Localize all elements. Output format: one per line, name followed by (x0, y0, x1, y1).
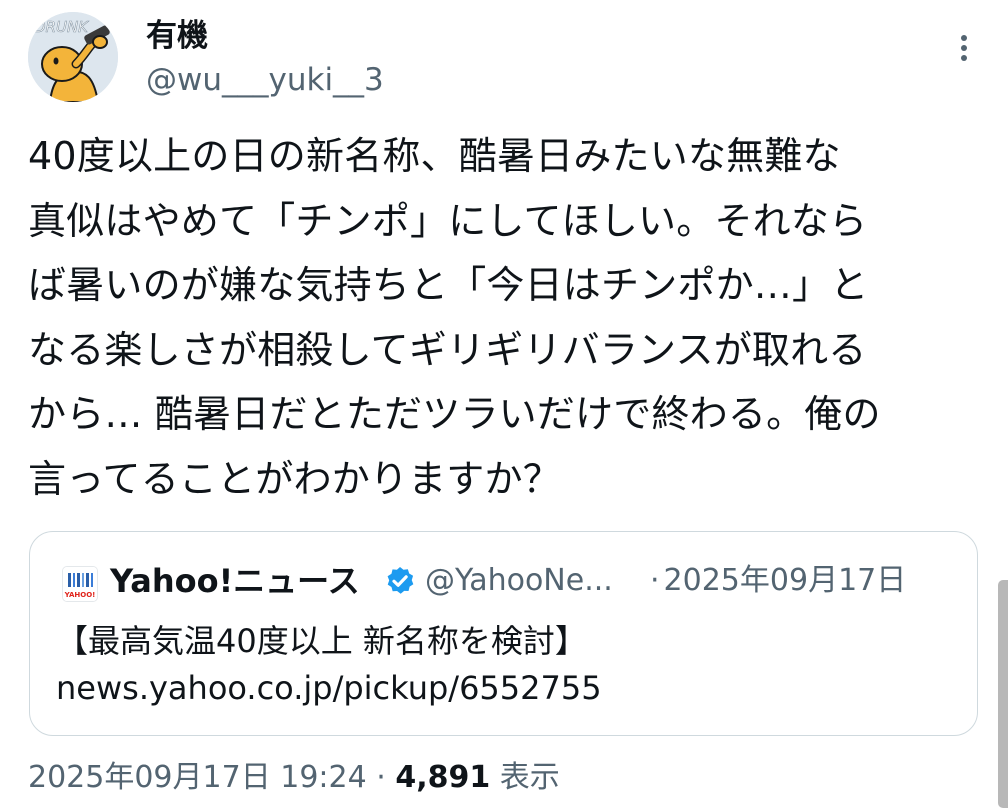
yahoo-news-icon-text: YAHOO! (64, 591, 96, 599)
tweet-line: 40度以上の日の新名称、酷暑日みたいな無難な (28, 134, 841, 178)
separator-dot: · (376, 760, 386, 795)
tweet-line: から… 酷暑日だとただツラいだけで終わる。俺の (28, 392, 881, 436)
tweet-text: 40度以上の日の新名称、酷暑日みたいな無難な 真似はやめて「チンポ」にしてほしい… (28, 124, 978, 511)
author-display-name[interactable]: 有機 (146, 16, 208, 56)
tweet-line: なる楽しさが相殺してギリギリバランスが取れる (28, 327, 867, 372)
views-count: 4,891 (395, 760, 491, 795)
tweet-timestamp[interactable]: 2025年09月17日 19:24 (28, 760, 367, 795)
tweet-line: 真似はやめて「チンポ」にしてほしい。それなら (28, 198, 868, 243)
verified-badge-icon (387, 567, 414, 594)
yahoo-news-icon: YAHOO! (62, 566, 98, 602)
more-options-button[interactable] (946, 30, 982, 66)
quoted-author-name[interactable]: Yahoo!ニュース (110, 560, 360, 602)
quoted-tweet-card[interactable]: YAHOO! Yahoo!ニュース @YahooNe... · 2025年09月1… (29, 531, 978, 736)
avatar[interactable]: DRUNK (28, 12, 118, 102)
scrollbar-thumb[interactable] (998, 580, 1008, 808)
quoted-tweet-date-text: 2025年09月17日 (663, 563, 907, 598)
tweet-line: ば暑いのが嫌な気持ちと「今日はチンポか…」と (28, 263, 869, 307)
quoted-tweet-text: 【最高気温40度以上 新名称を検討】 news.yahoo.co.jp/pick… (56, 618, 956, 712)
author-handle[interactable]: @wu___yuki__3 (146, 62, 384, 98)
quoted-tweet-line: 【最高気温40度以上 新名称を検討】 (56, 622, 587, 660)
separator-dot: · (650, 563, 660, 598)
drinking-cartoon-character-icon: DRUNK (28, 12, 118, 102)
tweet-meta: 2025年09月17日 19:24 · 4,891 表示 (28, 758, 560, 798)
views-label: 表示 (499, 760, 560, 795)
quoted-author-handle[interactable]: @YahooNe... (425, 560, 630, 602)
more-vertical-icon (961, 35, 967, 61)
tweet-line: 言ってることがわかりますか？ (28, 456, 561, 501)
quoted-tweet-date[interactable]: · 2025年09月17日 (650, 560, 906, 602)
quoted-tweet-link[interactable]: news.yahoo.co.jp/pickup/6552755 (56, 665, 956, 712)
quoted-tweet-header: Yahoo!ニュース @YahooNe... · 2025年09月17日 (110, 560, 951, 602)
avatar-text: DRUNK (34, 18, 89, 36)
